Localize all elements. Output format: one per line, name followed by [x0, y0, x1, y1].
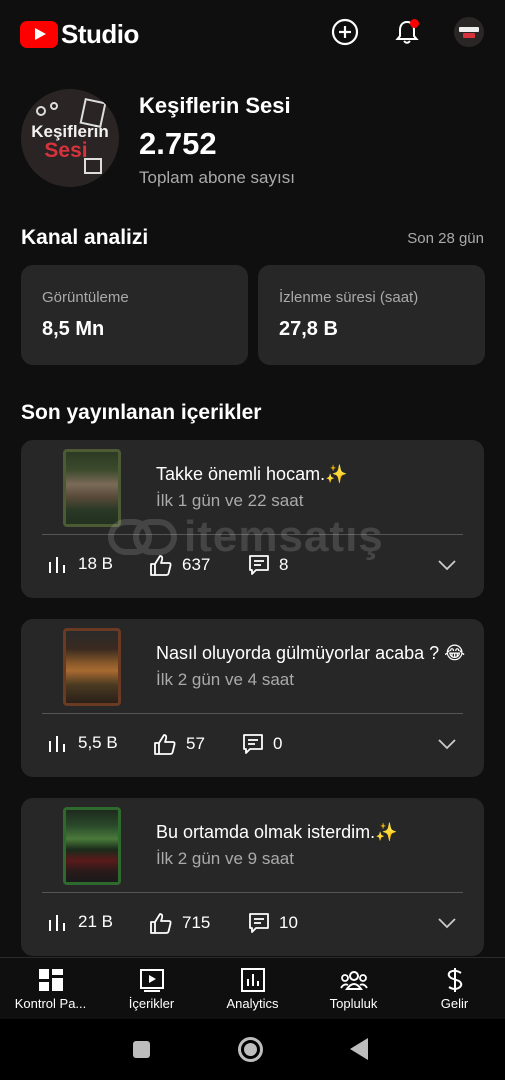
video-age: İlk 2 gün ve 4 saat: [156, 670, 294, 689]
notifications-button[interactable]: [392, 17, 422, 47]
likes-count: 637: [182, 555, 211, 574]
views-count: 21 B: [78, 912, 113, 931]
community-icon: [339, 967, 368, 993]
content-card[interactable]: Bu ortamda olmak isterdim.✨ İlk 2 gün ve…: [21, 798, 484, 956]
youtube-studio-logo[interactable]: Studio: [20, 19, 139, 50]
video-title: Bu ortamda olmak isterdim.✨: [156, 822, 398, 842]
views-count: 18 B: [78, 554, 113, 573]
bar-chart-icon: [49, 557, 65, 573]
bar-chart-icon: [49, 915, 65, 931]
back-button[interactable]: [350, 1038, 368, 1060]
thumbs-up-icon: [150, 555, 172, 576]
system-navigation-bar: [0, 1019, 505, 1080]
chevron-down-icon: [438, 739, 456, 750]
stat-label: Görüntüleme: [42, 289, 129, 306]
analytics-icon: [240, 967, 266, 993]
thumbs-up-icon: [150, 913, 172, 934]
nav-label: Topluluk: [329, 996, 378, 1011]
analytics-section-title: Kanal analizi: [21, 226, 149, 249]
views-stat-card[interactable]: Görüntüleme 8,5 Mn: [21, 265, 248, 365]
nav-dashboard[interactable]: Kontrol Pa...: [0, 958, 101, 1020]
comments-count: 8: [279, 555, 289, 574]
account-avatar[interactable]: [454, 17, 484, 47]
video-title: Takke önemli hocam.✨: [156, 464, 348, 484]
comment-icon: [243, 734, 263, 754]
top-app-bar: Studio: [0, 0, 505, 66]
youtube-play-icon: [20, 21, 58, 48]
recents-button[interactable]: [133, 1041, 150, 1058]
likes-metric: 57: [153, 733, 205, 755]
stat-label: İzlenme süresi (saat): [279, 289, 419, 306]
video-thumbnail[interactable]: [63, 449, 121, 527]
divider: [42, 713, 463, 714]
chevron-down-icon: [438, 560, 456, 571]
likes-count: 715: [182, 913, 211, 932]
subscriber-count: 2.752: [139, 126, 217, 161]
comments-metric: 8: [248, 554, 288, 576]
create-button[interactable]: [330, 17, 360, 47]
comments-count: 0: [273, 734, 283, 753]
views-metric: 21 B: [47, 912, 113, 932]
video-thumbnail[interactable]: [63, 628, 121, 706]
comment-icon: [249, 913, 269, 933]
video-age: İlk 2 gün ve 9 saat: [156, 849, 294, 868]
expand-button[interactable]: [438, 737, 456, 755]
views-count: 5,5 B: [78, 733, 118, 752]
nav-earn[interactable]: Gelir: [404, 958, 505, 1020]
recent-content-title: Son yayınlanan içerikler: [21, 401, 262, 424]
channel-name: Keşiflerin Sesi: [139, 93, 291, 118]
plus-circle-icon: [331, 18, 359, 46]
avatar-text-line2: Sesi: [44, 139, 87, 162]
nav-analytics[interactable]: Analytics: [202, 958, 303, 1020]
bell-icon: [395, 19, 419, 44]
nav-label: Gelir: [440, 996, 469, 1011]
stat-value: 8,5 Mn: [42, 318, 105, 340]
nav-label: İçerikler: [128, 996, 175, 1011]
channel-logo-small-icon: [454, 17, 484, 47]
logo-text: Studio: [61, 19, 139, 49]
thumbs-up-icon: [154, 734, 176, 755]
bottom-navigation: Kontrol Pa... İçerikler Analytics Toplul…: [0, 957, 505, 1019]
likes-metric: 715: [149, 912, 210, 934]
divider: [42, 892, 463, 893]
comments-metric: 10: [248, 912, 298, 934]
nav-content[interactable]: İçerikler: [101, 958, 202, 1020]
dashboard-icon: [38, 967, 64, 993]
divider: [42, 534, 463, 535]
chevron-down-icon: [438, 918, 456, 929]
nav-label: Analytics: [226, 996, 279, 1011]
likes-count: 57: [186, 734, 205, 753]
nav-community[interactable]: Topluluk: [303, 958, 404, 1020]
expand-button[interactable]: [438, 916, 456, 934]
channel-avatar[interactable]: Keşiflerin Sesi: [21, 89, 119, 187]
expand-button[interactable]: [438, 558, 456, 576]
channel-logo-icon: Keşiflerin Sesi: [21, 89, 119, 187]
content-card[interactable]: Takke önemli hocam.✨ İlk 1 gün ve 22 saa…: [21, 440, 484, 598]
comments-count: 10: [279, 913, 298, 932]
analytics-period: Son 28 gün: [407, 230, 484, 247]
bar-chart-icon: [49, 736, 65, 752]
likes-metric: 637: [149, 554, 210, 576]
comments-metric: 0: [242, 733, 282, 755]
comment-icon: [249, 555, 269, 575]
content-icon: [139, 967, 165, 993]
subscriber-label: Toplam abone sayısı: [139, 168, 295, 187]
home-button[interactable]: [238, 1037, 263, 1062]
video-thumbnail[interactable]: [63, 807, 121, 885]
earn-icon: [445, 967, 465, 993]
nav-label: Kontrol Pa...: [14, 996, 87, 1011]
views-metric: 5,5 B: [47, 733, 118, 753]
video-title: Nasıl oluyorda gülmüyorlar acaba ? 😂: [156, 643, 466, 663]
video-age: İlk 1 gün ve 22 saat: [156, 491, 304, 510]
stat-value: 27,8 B: [279, 318, 338, 340]
content-card[interactable]: Nasıl oluyorda gülmüyorlar acaba ? 😂 İlk…: [21, 619, 484, 777]
watch-time-stat-card[interactable]: İzlenme süresi (saat) 27,8 B: [258, 265, 485, 365]
views-metric: 18 B: [47, 554, 113, 574]
